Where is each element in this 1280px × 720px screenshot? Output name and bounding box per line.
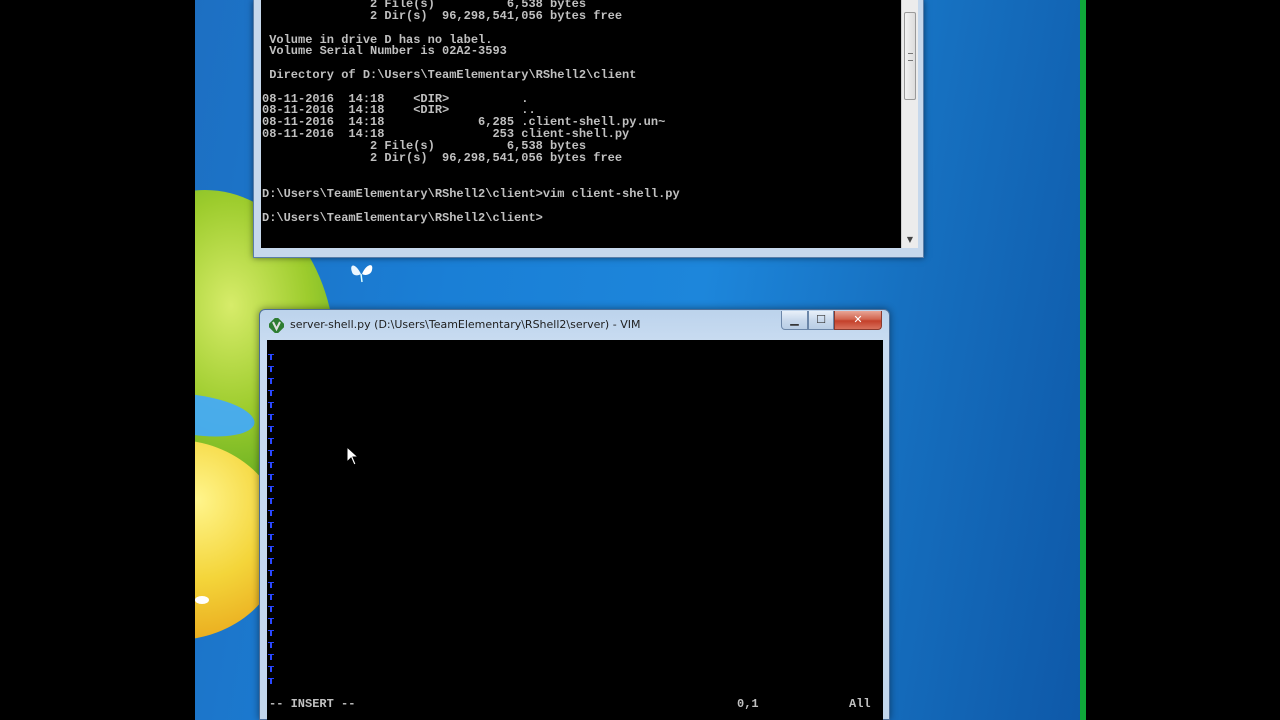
mouse-pointer-icon [346, 446, 360, 466]
cmd-output-line: 2 Dir(s) 96,298,541,056 bytes free [262, 151, 623, 165]
wallpaper-white-swoosh [195, 596, 209, 604]
cmd-scrollbar[interactable]: ▼ [901, 0, 918, 248]
vim-editor-area[interactable]: -- INSERT -- 0,1 All [267, 340, 883, 720]
butterfly-icon [351, 265, 373, 283]
maximize-button[interactable]: ☐ [808, 311, 834, 330]
vim-mode-indicator: -- INSERT -- [269, 697, 356, 711]
vim-window[interactable]: server-shell.py (D:\Users\TeamElementary… [259, 309, 890, 720]
vim-empty-line-markers [268, 354, 274, 689]
minimize-button[interactable]: ▁ [781, 311, 808, 330]
vim-app-icon[interactable] [269, 318, 284, 333]
cmd-output-line: D:\Users\TeamElementary\RShell2\client>v… [262, 187, 680, 201]
vim-window-title: server-shell.py (D:\Users\TeamElementary… [290, 318, 641, 331]
desktop-edge-bar [1080, 0, 1086, 720]
cmd-window[interactable]: 2 File(s) 6,538 bytes 2 Dir(s) 96,298,54… [253, 0, 924, 258]
vim-status-line: -- INSERT -- 0,1 All [267, 697, 883, 711]
close-button[interactable]: ✕ [834, 311, 882, 330]
vim-titlebar[interactable]: server-shell.py (D:\Users\TeamElementary… [260, 310, 889, 340]
cmd-output-line: 2 Dir(s) 96,298,541,056 bytes free [262, 9, 623, 23]
cmd-scroll-thumb[interactable] [904, 12, 916, 100]
cmd-output-line: Volume Serial Number is 02A2-3593 [262, 44, 507, 58]
vim-cursor-position: 0,1 [737, 697, 759, 711]
cmd-output-line: Directory of D:\Users\TeamElementary\RSh… [262, 68, 637, 82]
cmd-output-line: D:\Users\TeamElementary\RShell2\client> [262, 211, 543, 225]
cmd-console-output[interactable]: 2 File(s) 6,538 bytes 2 Dir(s) 96,298,54… [261, 0, 901, 248]
scroll-down-arrow-icon[interactable]: ▼ [902, 232, 918, 248]
vim-scroll-position: All [849, 697, 871, 711]
